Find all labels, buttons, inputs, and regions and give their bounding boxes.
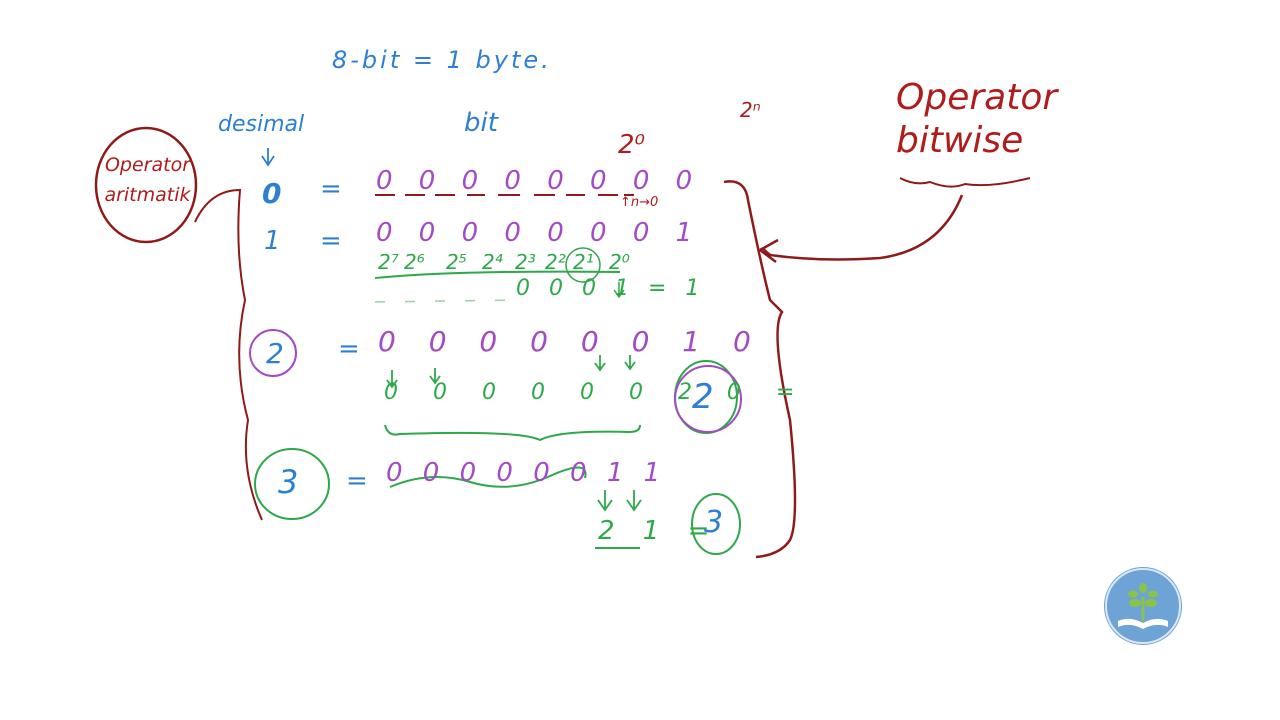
left-wavy-line [194,188,263,521]
power-2-4: 2⁴ [482,250,503,274]
ink-strokes [94,126,1031,559]
book-plant-logo [1104,567,1182,645]
right-brace [723,180,797,559]
row3-bits: 0 0 0 0 0 0 1 1 [386,458,667,488]
row2-equals: = [338,334,360,364]
row1-decimal: 1 [264,226,281,256]
power-2-3: 2³ [515,250,536,274]
power-2-1: 2¹ [573,250,594,274]
power-2-0-top: 2⁰ [618,130,645,160]
power-2-2: 2² [545,250,566,274]
decimal-label: desimal [218,112,305,137]
row1-bits: 0 0 0 0 0 0 0 1 [376,218,702,248]
row2-values: 0 0 0 0 0 0 2 0 = [384,380,809,405]
row3-answer: 3 [704,505,724,540]
row1-equals: = [320,226,342,256]
power-2-7: 2⁷ [378,250,399,274]
row1-dash [374,299,521,303]
row0-bits: 0 0 0 0 0 0 0 0 [376,166,702,196]
row2-decimal: 2 [266,337,284,370]
row2-bits: 0 0 0 0 0 0 1 0 [378,325,763,358]
row3-equals: = [346,466,368,496]
operator-aritmatik-label: Operator aritmatik [104,154,191,207]
byte-equation: 8-bit = 1 byte. [332,46,552,74]
row0-decimal: 0 [262,177,282,210]
row2-answer: 2 [692,377,714,417]
bitwise-arrow [759,194,964,263]
logo-icon [1105,568,1181,644]
row3-values: 2 1 = [598,516,720,546]
bitwise-underline [899,177,1031,188]
bit-label: bit [464,108,498,138]
decimal-arrow [261,148,275,167]
row2-brace [384,424,641,442]
power-2-n: 2ⁿ [740,98,761,122]
power-2-0: 2⁰ [609,250,630,274]
operator-bitwise-label: Operator bitwise [896,77,1058,162]
power-2-5: 2⁵ [446,250,467,274]
row3-decimal: 3 [278,463,299,501]
row1-result: 0 0 0 1 = 1 [516,276,706,301]
n-to-0-note: ↑n→0 [620,195,659,210]
power-2-6: 2⁶ [404,250,425,274]
row3-arrows [597,490,642,512]
row0-equals: = [320,174,342,204]
